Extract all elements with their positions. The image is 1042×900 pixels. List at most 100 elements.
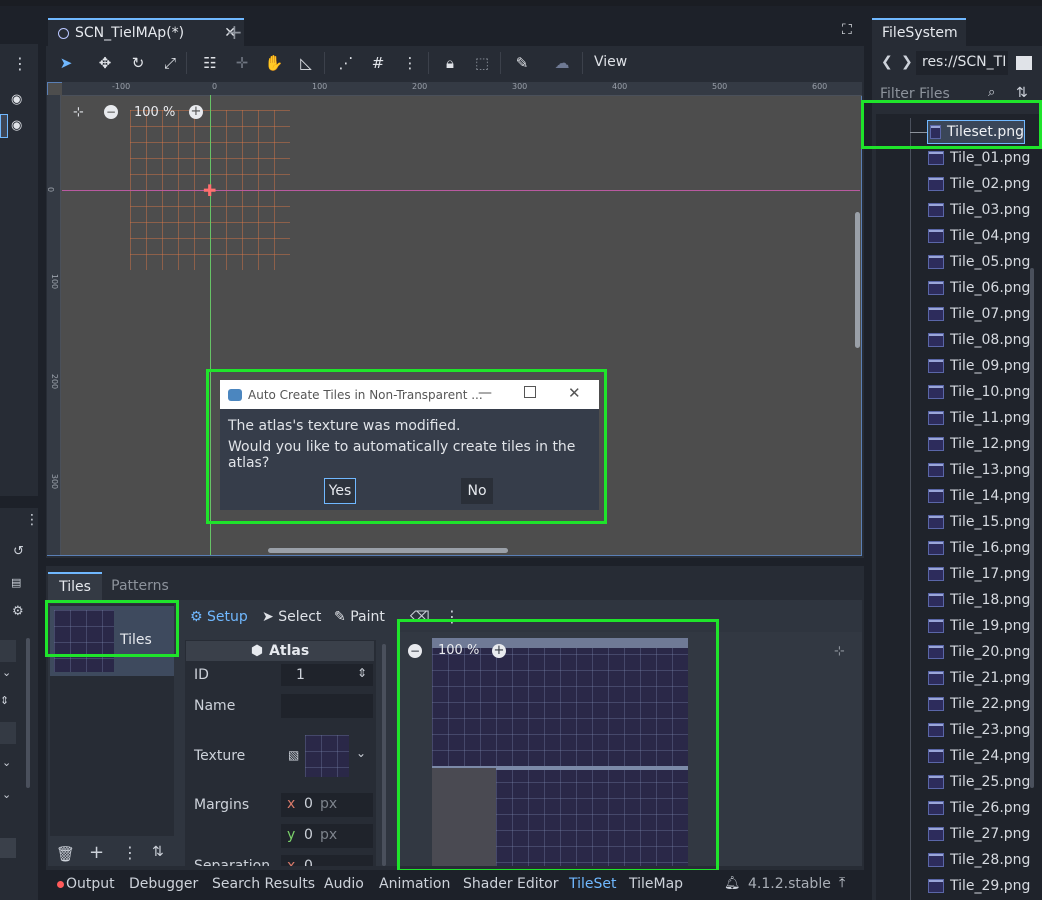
ruler-mode-icon[interactable]: ◺ [294, 52, 318, 74]
maximize-icon[interactable] [524, 386, 536, 398]
file-item[interactable]: Tile_15.png [928, 511, 1030, 533]
tab-tileset[interactable]: TileSet [569, 876, 617, 892]
smart-snap-icon[interactable]: ⋰ [334, 52, 358, 74]
file-item[interactable]: Tile_25.png [928, 771, 1030, 793]
move-mode-icon[interactable]: ✥ [93, 52, 117, 74]
path-field[interactable]: res://SCN_TI [916, 51, 1008, 75]
atlas-zoom-level[interactable]: 100 % [438, 643, 479, 658]
zoom-in-icon[interactable]: + [189, 105, 203, 119]
atlas-texture[interactable] [432, 638, 688, 866]
filter-files-input[interactable]: Filter Files [880, 86, 950, 102]
setup-tool-button[interactable]: ⚙︎ Setup [190, 609, 248, 625]
zoom-level[interactable]: 100 % [134, 105, 175, 120]
tab-tiles[interactable]: Tiles [48, 572, 102, 600]
file-item[interactable]: Tile_21.png [928, 667, 1030, 689]
file-item[interactable]: Tile_09.png [928, 355, 1030, 377]
file-item[interactable]: Tile_16.png [928, 537, 1030, 559]
margin-x-input[interactable]: x 0 px [281, 793, 373, 817]
sort-icon[interactable]: ⇅ [1016, 85, 1028, 101]
file-item[interactable]: Tile_18.png [928, 589, 1030, 611]
inspector-scrollbar[interactable] [382, 644, 386, 866]
file-item[interactable]: Tile_03.png [928, 199, 1030, 221]
file-item[interactable]: Tile_19.png [928, 615, 1030, 637]
doc-icon[interactable]: ▤ [11, 576, 21, 589]
file-item[interactable]: Tile_28.png [928, 849, 1030, 871]
file-item[interactable]: Tile_10.png [928, 381, 1030, 403]
file-item[interactable]: Tile_20.png [928, 641, 1030, 663]
no-button[interactable]: No [461, 478, 493, 504]
add-scene-tab-button[interactable]: + [226, 20, 243, 44]
select-mode-icon[interactable]: ➤ [54, 52, 78, 74]
tab-audio[interactable]: Audio [324, 876, 364, 892]
select-tool-button[interactable]: ➤ Select [262, 609, 321, 625]
center-view-icon[interactable]: ⊹ [73, 105, 84, 120]
vertical-scrollbar[interactable] [855, 212, 860, 348]
tools-icon[interactable]: ⚙ [12, 604, 24, 619]
delete-source-icon[interactable]: 🗑︎ [56, 845, 75, 863]
source-item-tiles[interactable]: Tiles [50, 606, 174, 676]
dock-menu-icon-2[interactable]: ⋮ [25, 512, 39, 528]
file-item[interactable]: Tile_06.png [928, 277, 1030, 299]
file-item[interactable]: Tile_08.png [928, 329, 1030, 351]
tab-scene[interactable]: SCN_TielMAp(*) ✕ [48, 18, 244, 46]
spinner-arrows-icon[interactable]: ⇕ [357, 666, 367, 680]
add-source-icon[interactable]: + [89, 842, 104, 863]
file-item[interactable]: Tile_24.png [928, 745, 1030, 767]
notification-bell-icon[interactable]: 🔔︎ [724, 876, 741, 891]
spinner-icon[interactable]: ⇕ [0, 694, 9, 707]
file-item[interactable]: Tile_26.png [928, 797, 1030, 819]
rotate-mode-icon[interactable]: ↻ [126, 52, 150, 74]
name-input[interactable] [281, 694, 373, 718]
file-item[interactable]: Tile_04.png [928, 225, 1030, 247]
selected-node-row[interactable] [0, 114, 8, 138]
file-item[interactable]: Tile_27.png [928, 823, 1030, 845]
tab-output[interactable]: Output [66, 876, 115, 892]
file-tree-scrollbar[interactable] [1030, 268, 1034, 788]
atlas-zoom-in-icon[interactable]: + [492, 644, 506, 658]
visibility-eye-icon-2[interactable]: ◉ [11, 118, 22, 133]
atlas-center-icon[interactable]: ⊹ [834, 644, 845, 659]
dock-menu-icon[interactable]: ⋮ [12, 54, 28, 73]
tab-shader-editor[interactable]: Shader Editor [463, 876, 558, 892]
horizontal-scrollbar[interactable] [268, 548, 508, 553]
tab-filesystem[interactable]: FileSystem [872, 18, 966, 46]
id-spinbox[interactable]: 1 ⇕ [281, 664, 373, 686]
visibility-eye-icon[interactable]: ◉ [11, 92, 22, 107]
file-item[interactable]: Tile_12.png [928, 433, 1030, 455]
tab-tilemap[interactable]: TileMap [629, 876, 683, 892]
eraser-icon[interactable]: ⌫ [410, 609, 430, 625]
file-item[interactable]: Tile_14.png [928, 485, 1030, 507]
atlas-zoom-out-icon[interactable]: − [408, 644, 422, 658]
chevron-down-icon[interactable]: ⌄ [356, 746, 366, 760]
source-menu-icon[interactable]: ⋮ [122, 843, 138, 862]
close-icon[interactable]: ✕ [568, 384, 581, 402]
property-field-3[interactable] [0, 838, 16, 858]
texture-preview[interactable] [305, 735, 349, 777]
file-item[interactable]: Tile_22.png [928, 693, 1030, 715]
file-item[interactable]: Tile_11.png [928, 407, 1030, 429]
back-icon[interactable]: ❮ [881, 54, 893, 70]
zoom-out-icon[interactable]: − [104, 105, 118, 119]
file-item[interactable]: Tile_05.png [928, 251, 1030, 273]
particles-icon[interactable]: ☁ [550, 52, 574, 74]
property-field[interactable] [0, 640, 16, 662]
file-item[interactable]: Tile_07.png [928, 303, 1030, 325]
minimize-icon[interactable]: — [478, 385, 492, 401]
file-item[interactable]: Tile_13.png [928, 459, 1030, 481]
forward-icon[interactable]: ❯ [901, 54, 913, 70]
file-item[interactable]: Tile_02.png [928, 173, 1030, 195]
pan-mode-icon[interactable]: ✋ [262, 52, 286, 74]
margin-y-input[interactable]: y 0 px [281, 824, 373, 848]
separation-x-input[interactable]: x 0 [281, 855, 373, 866]
chevron-down-icon-3[interactable]: ⌄ [2, 788, 11, 801]
split-mode-icon[interactable] [1016, 56, 1032, 70]
tab-search-results[interactable]: Search Results [212, 876, 315, 892]
scrollbar[interactable] [26, 638, 30, 788]
expand-panel-icon[interactable]: ⤒ [839, 875, 845, 891]
selectable-nodes-icon[interactable]: ☷ [198, 52, 222, 74]
skeleton-icon[interactable]: ✎ [510, 52, 534, 74]
snap-options-icon[interactable]: ⋮ [398, 52, 422, 74]
tab-animation[interactable]: Animation [379, 876, 450, 892]
scale-mode-icon[interactable]: ⤢ [158, 52, 182, 74]
chevron-down-icon-2[interactable]: ⌄ [2, 756, 11, 769]
